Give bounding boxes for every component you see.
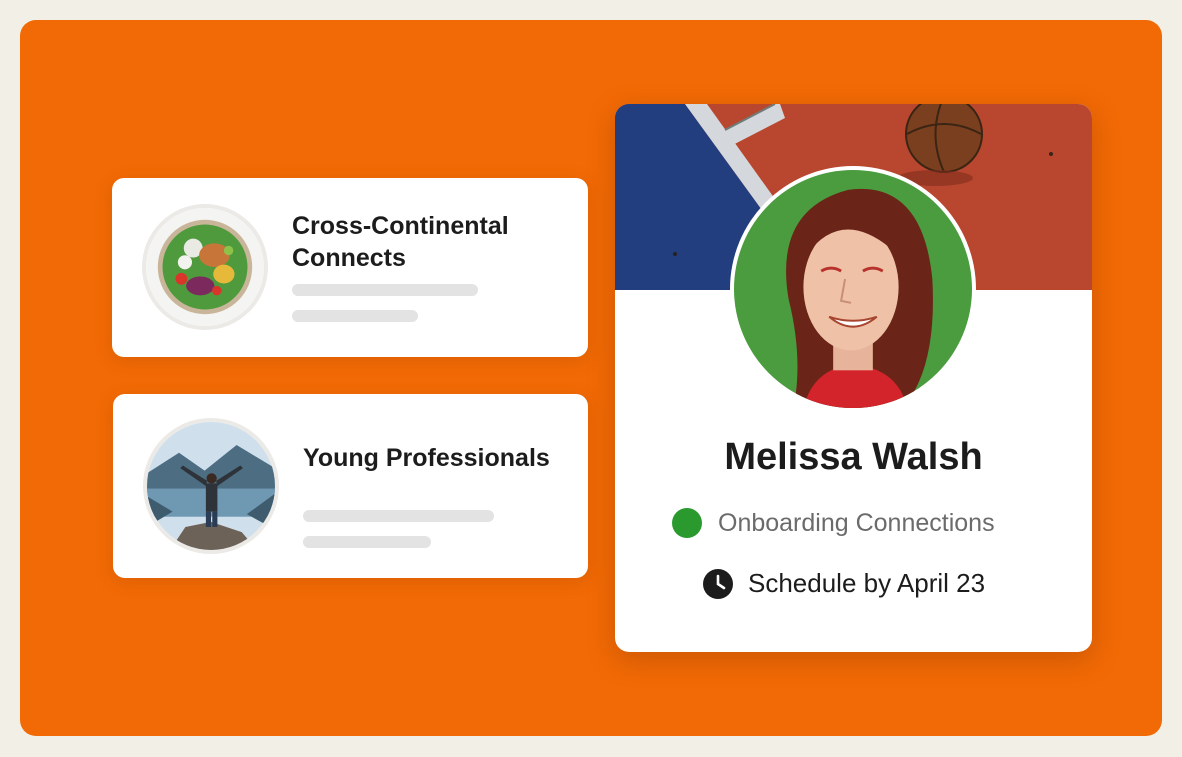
group-card-cross-continental[interactable]: Cross-Continental Connects <box>112 178 588 357</box>
schedule-text: Schedule by April 23 <box>748 568 986 598</box>
status-row: Onboarding Connections <box>672 508 995 538</box>
group-card-young-professionals[interactable]: Young Professionals <box>113 394 588 578</box>
placeholder-bar <box>292 310 418 322</box>
placeholder-bar <box>292 284 478 296</box>
profile-name: Melissa Walsh <box>724 436 983 478</box>
clock-icon <box>703 568 733 599</box>
status-online-icon <box>672 508 702 538</box>
group-thumbnail-hiker <box>147 422 275 550</box>
group-thumbnail-salad <box>146 208 264 326</box>
orange-backdrop: Cross-Continental Connects Young Profess… <box>20 20 1162 736</box>
profile-avatar <box>730 166 976 412</box>
status-text: Onboarding Connections <box>718 508 995 537</box>
placeholder-bar <box>303 536 431 548</box>
group-title: Cross-Continental Connects <box>292 212 509 272</box>
schedule-row: Schedule by April 23 <box>703 568 985 599</box>
group-title: Young Professionals <box>303 444 550 472</box>
profile-card[interactable]: Melissa Walsh Onboarding Connections Sch… <box>615 104 1092 652</box>
placeholder-bar <box>303 510 494 522</box>
